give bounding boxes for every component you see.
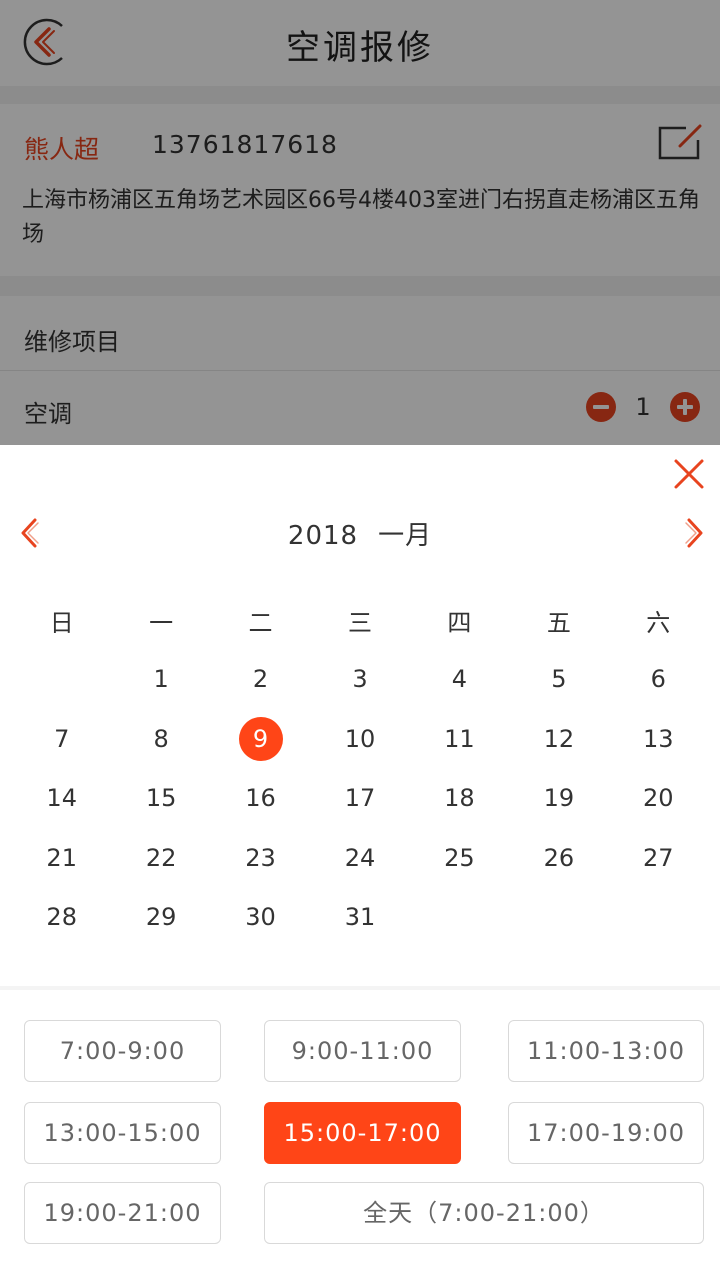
day-number: 11 [444, 724, 475, 753]
calendar-day[interactable]: 26 [509, 836, 608, 896]
day-number: 21 [46, 843, 77, 872]
calendar-day[interactable]: 7 [12, 717, 111, 777]
calendar-day[interactable]: 4 [410, 657, 509, 717]
day-number: 25 [444, 843, 475, 872]
time-slot-button[interactable]: 9:00-11:00 [264, 1020, 461, 1082]
day-number: 19 [543, 784, 575, 812]
time-slot-selected[interactable]: 15:00-17:00 [264, 1102, 461, 1164]
calendar-day[interactable]: 21 [12, 836, 111, 896]
calendar-day[interactable]: 17 [310, 776, 409, 836]
calendar-day[interactable]: 29 [111, 895, 210, 955]
weekday-label: 三 [347, 609, 372, 637]
next-month-button[interactable] [682, 517, 706, 549]
time-slot-button[interactable]: 13:00-15:00 [24, 1102, 221, 1164]
day-number: 23 [245, 843, 276, 872]
weekday-label: 一 [149, 609, 174, 637]
date-picker-sheet: 2018 一月 日 一 二 三 四 五 六 1 2 3 4 5 6 7 8 9 10 11 12 13 14… [0, 445, 720, 1280]
calendar-day[interactable]: 11 [410, 717, 509, 777]
day-number: 27 [643, 843, 674, 872]
day-number: 22 [145, 843, 177, 872]
calendar-day[interactable]: 16 [211, 776, 310, 836]
calendar-day-empty [12, 657, 111, 717]
weekday-header: 日 一 二 三 四 五 六 [12, 603, 708, 639]
calendar-day[interactable]: 25 [410, 836, 509, 896]
calendar-day[interactable]: 14 [12, 776, 111, 836]
day-number: 2 [252, 665, 269, 693]
calendar-day[interactable]: 6 [609, 657, 708, 717]
calendar-day[interactable]: 31 [310, 895, 409, 955]
calendar-day[interactable]: 3 [310, 657, 409, 717]
chevron-right-icon [685, 518, 703, 548]
calendar-day[interactable]: 20 [609, 776, 708, 836]
time-slot-button[interactable]: 17:00-19:00 [508, 1102, 704, 1164]
calendar-day[interactable]: 15 [111, 776, 210, 836]
calendar-day[interactable]: 13 [609, 717, 708, 777]
day-number: 31 [344, 903, 376, 931]
month-navigation: 2018 一月 [0, 513, 720, 553]
day-number: 7 [54, 724, 70, 753]
month-label: 2018 一月 [0, 515, 720, 552]
day-number: 16 [245, 784, 276, 812]
day-number: 18 [444, 784, 475, 812]
calendar-day[interactable]: 23 [211, 836, 310, 896]
weekday-label: 二 [248, 609, 273, 637]
day-number: 3 [352, 665, 368, 693]
weekday-label: 五 [546, 609, 571, 637]
day-number: 8 [153, 724, 169, 753]
day-number: 24 [344, 843, 376, 872]
day-number: 26 [543, 843, 575, 872]
weekday-label: 六 [646, 609, 671, 637]
day-number: 15 [145, 784, 177, 812]
calendar-day[interactable]: 28 [12, 895, 111, 955]
day-number: 4 [451, 665, 468, 693]
day-number: 1 [153, 665, 169, 693]
calendar-day[interactable]: 30 [211, 895, 310, 955]
calendar-day[interactable]: 19 [509, 776, 608, 836]
close-button[interactable] [672, 457, 706, 491]
day-number: 10 [344, 724, 376, 753]
time-slot-button[interactable]: 全天（7:00-21:00） [264, 1182, 704, 1244]
day-number: 14 [46, 784, 77, 812]
calendar-day[interactable]: 1 [111, 657, 210, 717]
day-number: 9 [238, 716, 283, 761]
day-number: 12 [543, 724, 575, 753]
day-number [40, 657, 84, 701]
divider [0, 986, 720, 990]
calendar-day[interactable]: 8 [111, 717, 210, 777]
close-icon [674, 459, 704, 489]
day-number: 20 [643, 784, 674, 812]
time-slot-button[interactable]: 19:00-21:00 [24, 1182, 221, 1244]
calendar-day[interactable]: 18 [410, 776, 509, 836]
day-number: 28 [46, 903, 77, 931]
calendar-day[interactable]: 2 [211, 657, 310, 717]
day-number: 17 [344, 784, 376, 812]
time-slot-button[interactable]: 11:00-13:00 [508, 1020, 704, 1082]
calendar-day-grid: 1 2 3 4 5 6 7 8 9 10 11 12 13 14 15 16 17 18 19 20 21 22 23 24 2… [12, 657, 708, 955]
day-number: 13 [643, 724, 674, 753]
weekday-label: 四 [447, 609, 472, 637]
weekday-label: 日 [49, 609, 74, 637]
year-label: 2018 [287, 521, 359, 551]
calendar-day-selected[interactable]: 9 [211, 716, 310, 777]
calendar-day[interactable]: 27 [609, 836, 708, 896]
calendar-day[interactable]: 22 [111, 836, 210, 896]
calendar-day[interactable]: 12 [509, 717, 608, 777]
month-name: 一月 [378, 521, 433, 551]
day-number: 30 [245, 903, 276, 931]
day-number: 5 [551, 665, 567, 693]
day-number: 6 [650, 665, 666, 693]
time-slot-button[interactable]: 7:00-9:00 [24, 1020, 221, 1082]
calendar-day[interactable]: 5 [509, 657, 608, 717]
calendar-day[interactable]: 24 [310, 836, 409, 896]
calendar-day[interactable]: 10 [310, 717, 409, 777]
day-number: 29 [145, 903, 177, 931]
